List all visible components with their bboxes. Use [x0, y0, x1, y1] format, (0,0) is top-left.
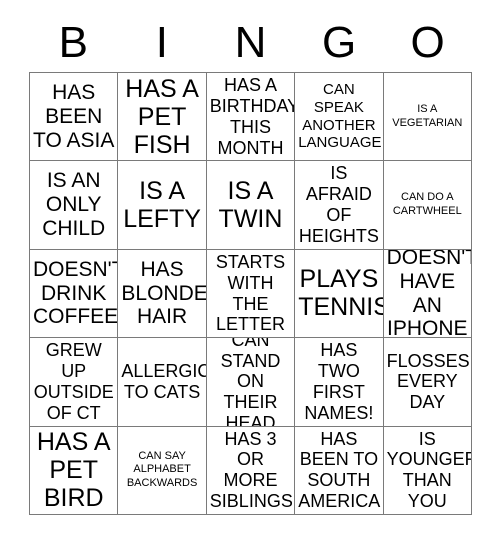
bingo-cell-n4[interactable]: CAN STAND ON THEIR HEAD [206, 338, 296, 427]
bingo-cell-text: DOESN'T DRINK COFFEE [33, 257, 119, 329]
bingo-cell-b5[interactable]: HAS A PET BIRD [30, 426, 119, 515]
bingo-cell-g5[interactable]: HAS BEEN TO SOUTH AMERICA [295, 426, 384, 515]
bingo-cell-text: IS AFRAID OF HEIGHTS [298, 163, 379, 246]
bingo-cell-text: HAS A BIRTHDAY THIS MONTH [209, 74, 296, 158]
bingo-grid: HAS BEEN TO ASIA HAS A PET FISH HAS A BI… [29, 72, 472, 515]
bingo-cell-n1[interactable]: HAS A BIRTHDAY THIS MONTH [206, 73, 296, 162]
bingo-cell-text: CAN SPEAK ANOTHER LANGUAGE [298, 81, 382, 152]
bingo-cell-text: NAME STARTS WITH THE LETTER S [215, 250, 286, 337]
bingo-header-row: B I N G O [29, 14, 472, 72]
bingo-cell-o2[interactable]: CAN DO A CARTWHEEL [383, 161, 472, 250]
bingo-cell-text: ALLERGIC TO CATS [121, 361, 207, 402]
bingo-cell-i2[interactable]: IS A LEFTY [118, 161, 207, 250]
bingo-cell-i3[interactable]: HAS BLONDE HAIR [118, 249, 207, 339]
bingo-cell-g1[interactable]: CAN SPEAK ANOTHER LANGUAGE [295, 73, 384, 162]
bingo-cell-o1[interactable]: IS A VEGETARIAN [383, 73, 472, 162]
header-letter-i: I [155, 18, 168, 67]
bingo-cell-b3[interactable]: DOESN'T DRINK COFFEE [30, 249, 119, 339]
bingo-cell-o3[interactable]: DOESN'T HAVE AN IPHONE [383, 249, 472, 339]
header-letter-b: B [58, 18, 88, 67]
bingo-cell-text: DOESN'T HAVE AN IPHONE [386, 249, 472, 339]
bingo-cell-i5[interactable]: CAN SAY ALPHABET BACKWARDS [118, 426, 207, 515]
bingo-card: B I N G O HAS BEEN TO ASIA HAS A PET FIS… [0, 0, 500, 544]
bingo-cell-n2[interactable]: IS A TWIN [206, 161, 296, 250]
bingo-cell-b2[interactable]: IS AN ONLY CHILD [30, 161, 119, 250]
bingo-cell-text: IS AN ONLY CHILD [42, 169, 106, 241]
bingo-cell-n5[interactable]: HAS 3 OR MORE SIBLINGS [206, 426, 296, 515]
bingo-cell-i4[interactable]: ALLERGIC TO CATS [118, 338, 207, 427]
bingo-cell-o4[interactable]: FLOSSES EVERY DAY [383, 338, 472, 427]
bingo-cell-g2[interactable]: IS AFRAID OF HEIGHTS [295, 161, 384, 250]
bingo-cell-g4[interactable]: HAS TWO FIRST NAMES! [295, 338, 384, 427]
bingo-cell-text: HAS BEEN TO ASIA [33, 80, 115, 152]
bingo-cell-text: CAN DO A CARTWHEEL [392, 191, 462, 218]
bingo-cell-b1[interactable]: HAS BEEN TO ASIA [30, 73, 119, 162]
header-letter-n: N [234, 18, 267, 67]
bingo-cell-text: CAN SAY ALPHABET BACKWARDS [126, 449, 198, 490]
bingo-cell-text: IS A TWIN [218, 177, 283, 234]
bingo-cell-g3[interactable]: PLAYS TENNIS [295, 249, 384, 339]
bingo-cell-text: IS A LEFTY [123, 177, 201, 234]
bingo-cell-b4[interactable]: GREW UP OUTSIDE OF CT [30, 338, 119, 427]
bingo-cell-o5[interactable]: IS YOUNGER THAN YOU [383, 426, 472, 515]
bingo-cell-text: HAS BLONDE HAIR [121, 257, 207, 329]
bingo-cell-n3[interactable]: NAME STARTS WITH THE LETTER S [206, 249, 296, 339]
header-letter-g: G [321, 18, 357, 67]
bingo-cell-text: GREW UP OUTSIDE OF CT [33, 340, 114, 423]
bingo-cell-i1[interactable]: HAS A PET FISH [118, 73, 207, 162]
bingo-cell-text: IS A VEGETARIAN [392, 102, 463, 129]
bingo-cell-text: HAS TWO FIRST NAMES! [304, 340, 374, 423]
bingo-cell-text: HAS A PET BIRD [36, 428, 111, 513]
bingo-cell-text: HAS A PET FISH [125, 74, 199, 159]
header-letter-o: O [410, 18, 445, 67]
bingo-cell-text: HAS 3 OR MORE SIBLINGS [209, 428, 293, 512]
bingo-cell-text: HAS BEEN TO SOUTH AMERICA [298, 428, 381, 512]
bingo-cell-text: PLAYS TENNIS [298, 265, 384, 322]
bingo-cell-text: IS YOUNGER THAN YOU [386, 428, 472, 512]
bingo-cell-text: FLOSSES EVERY DAY [386, 350, 470, 413]
bingo-cell-text: CAN STAND ON THEIR HEAD [220, 338, 281, 427]
